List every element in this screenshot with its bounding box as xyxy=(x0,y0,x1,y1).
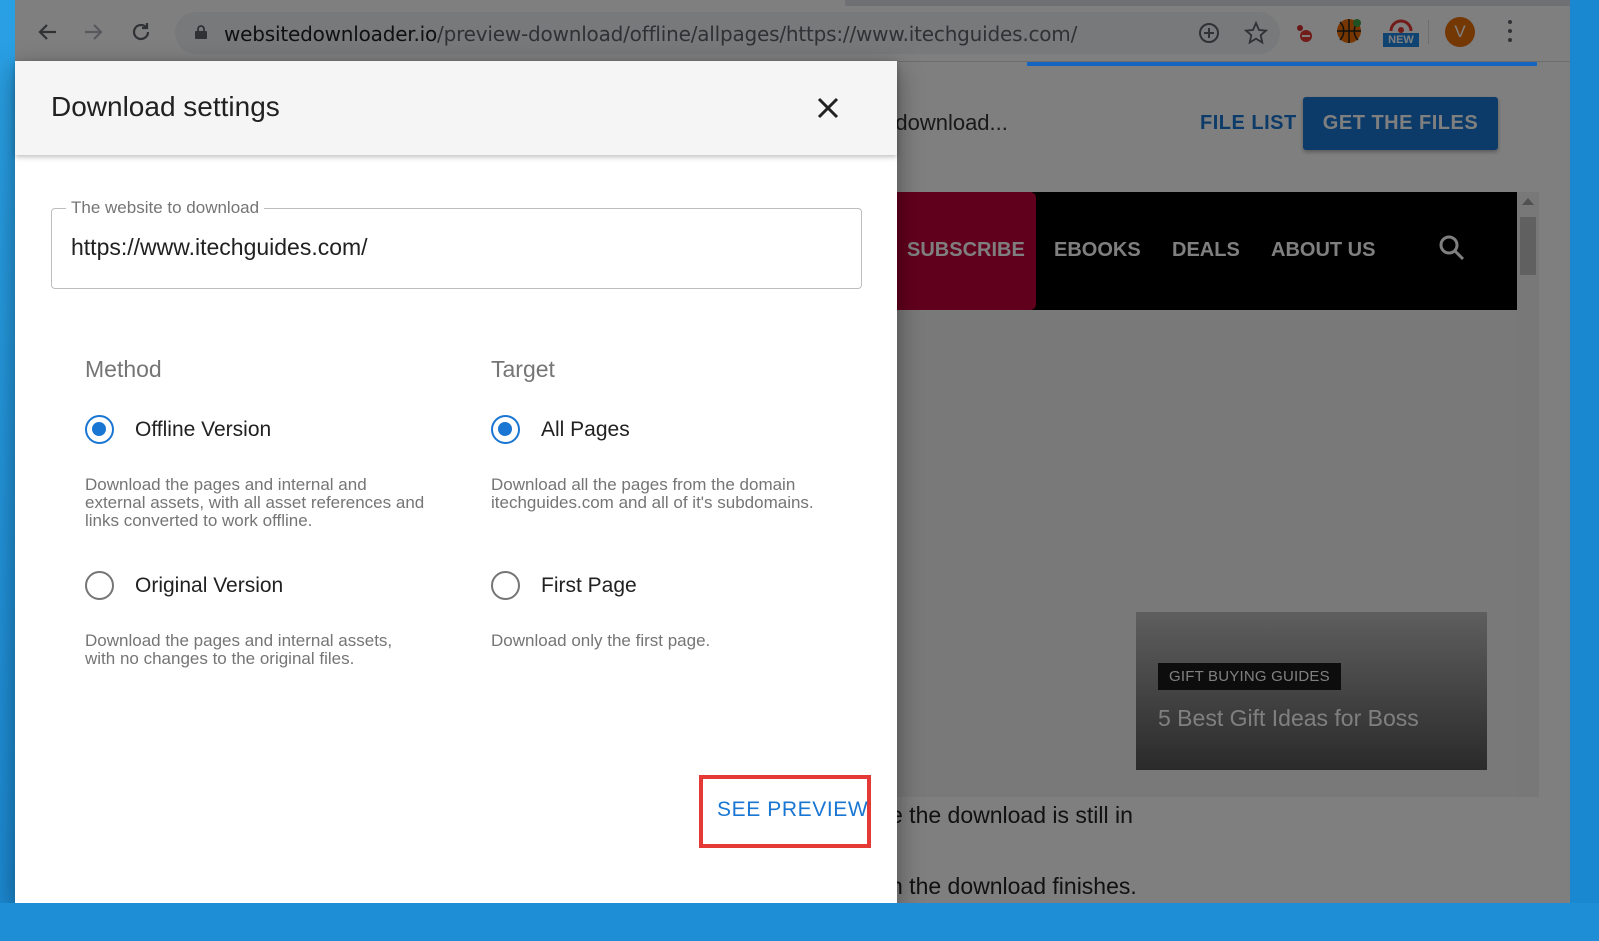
close-icon[interactable] xyxy=(811,91,845,125)
all-pages-desc: Download all the pages from the domain i… xyxy=(491,475,814,512)
original-version-label[interactable]: Original Version xyxy=(135,574,283,598)
original-version-desc: Download the pages and internal assets, … xyxy=(85,631,393,668)
method-heading: Method xyxy=(85,356,162,382)
dialog-title: Download settings xyxy=(51,91,280,122)
target-heading: Target xyxy=(491,356,555,382)
offline-version-desc: Download the pages and internal and exte… xyxy=(85,475,425,530)
radio-original-version[interactable] xyxy=(85,571,114,600)
see-preview-button[interactable]: SEE PREVIEW xyxy=(717,798,868,822)
radio-all-pages[interactable] xyxy=(491,415,520,444)
radio-first-page[interactable] xyxy=(491,571,520,600)
radio-offline-version[interactable] xyxy=(85,415,114,444)
website-url-field[interactable]: The website to download https://www.itec… xyxy=(51,198,862,289)
progress-line xyxy=(1027,62,1537,66)
first-page-label[interactable]: First Page xyxy=(541,574,637,598)
download-settings-dialog: Download settings The website to downloa… xyxy=(15,61,897,903)
all-pages-label[interactable]: All Pages xyxy=(541,418,630,442)
desktop-edge xyxy=(1570,0,1599,941)
dialog-header: Download settings xyxy=(15,61,897,155)
first-page-desc: Download only the first page. xyxy=(491,631,711,650)
taskbar-edge xyxy=(0,903,1599,941)
offline-version-label[interactable]: Offline Version xyxy=(135,418,271,442)
website-url-value[interactable]: https://www.itechguides.com/ xyxy=(71,234,368,261)
website-url-label: The website to download xyxy=(66,198,265,218)
